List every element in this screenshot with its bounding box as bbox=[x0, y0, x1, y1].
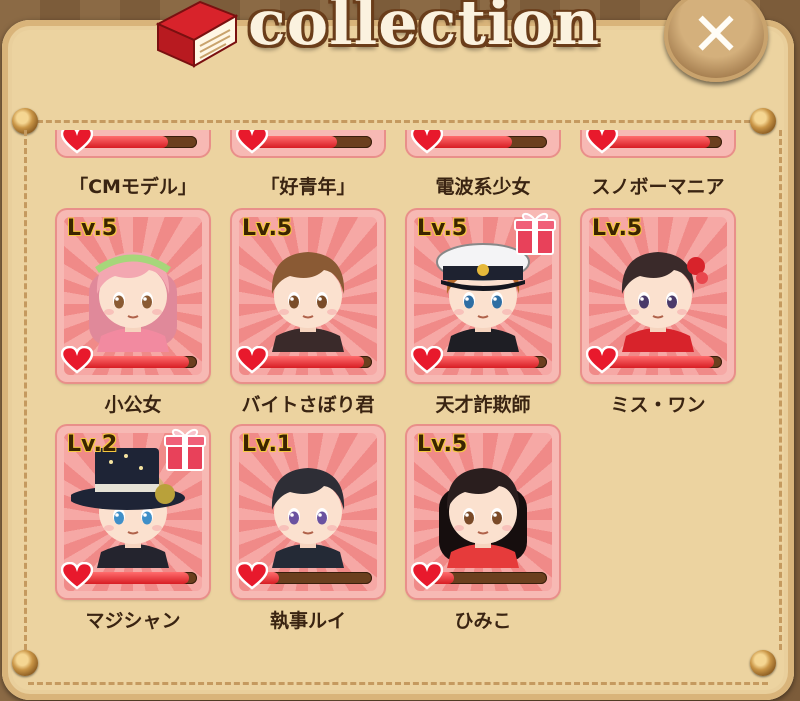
heart-icon bbox=[585, 345, 619, 374]
character-name: スノボーマニア bbox=[591, 176, 725, 198]
heart-icon bbox=[60, 130, 94, 154]
affection-bar bbox=[431, 572, 547, 584]
heart-icon bbox=[410, 345, 444, 374]
divider-bottom bbox=[28, 682, 768, 685]
affection-bar bbox=[256, 136, 372, 148]
gift-icon[interactable] bbox=[513, 210, 557, 256]
collection-card-partial[interactable] bbox=[232, 130, 384, 156]
page-title: collection bbox=[248, 0, 601, 59]
character-name: バイトさぼり君 bbox=[241, 394, 375, 416]
book-icon bbox=[155, 0, 239, 68]
character-name: 執事ルイ bbox=[269, 610, 346, 632]
collection-grid[interactable]: 「CMモデル」 「好青年」 電波系少女 スノボーマニア Lv.5 小公女 Lv.… bbox=[24, 130, 782, 650]
heart-icon bbox=[60, 561, 94, 590]
heart-icon bbox=[410, 561, 444, 590]
collection-card[interactable]: Lv.5 bbox=[57, 210, 209, 382]
affection-bar bbox=[431, 356, 547, 368]
affection-bar bbox=[606, 136, 722, 148]
level-badge: Lv.5 bbox=[417, 432, 468, 457]
heart-icon bbox=[235, 561, 269, 590]
rivet-icon bbox=[750, 650, 776, 676]
level-badge: Lv.5 bbox=[592, 216, 643, 241]
collection-card[interactable]: Lv.1 bbox=[232, 426, 384, 598]
collection-card[interactable]: Lv.2 bbox=[57, 426, 209, 598]
rivet-icon bbox=[12, 650, 38, 676]
level-badge: Lv.2 bbox=[67, 432, 118, 457]
character-name: ミス・ワン bbox=[610, 394, 706, 416]
heart-icon bbox=[410, 130, 444, 154]
level-badge: Lv.5 bbox=[242, 216, 293, 241]
character-name: 電波系少女 bbox=[435, 176, 531, 198]
affection-bar bbox=[81, 356, 197, 368]
heart-icon bbox=[235, 345, 269, 374]
affection-bar bbox=[81, 572, 197, 584]
collection-card-partial[interactable] bbox=[582, 130, 734, 156]
collection-card[interactable]: Lv.5 bbox=[407, 426, 559, 598]
collection-card-partial[interactable] bbox=[407, 130, 559, 156]
gift-icon[interactable] bbox=[163, 426, 207, 472]
collection-card[interactable]: Lv.5 bbox=[232, 210, 384, 382]
character-name: 小公女 bbox=[104, 394, 162, 416]
affection-bar bbox=[81, 136, 197, 148]
character-name: 天才詐欺師 bbox=[435, 394, 531, 416]
affection-bar bbox=[606, 356, 722, 368]
level-badge: Lv.5 bbox=[417, 216, 468, 241]
character-name: ひみこ bbox=[454, 610, 512, 632]
heart-icon bbox=[235, 130, 269, 154]
divider-top bbox=[28, 120, 768, 123]
heart-icon bbox=[60, 345, 94, 374]
collection-card-partial[interactable] bbox=[57, 130, 209, 156]
affection-bar bbox=[256, 356, 372, 368]
level-badge: Lv.5 bbox=[67, 216, 118, 241]
level-badge: Lv.1 bbox=[242, 432, 293, 457]
collection-card[interactable]: Lv.5 bbox=[582, 210, 734, 382]
heart-icon bbox=[585, 130, 619, 154]
character-name: 「CMモデル」 bbox=[69, 176, 197, 198]
affection-bar bbox=[256, 572, 372, 584]
collection-card[interactable]: Lv.5 bbox=[407, 210, 559, 382]
affection-bar bbox=[431, 136, 547, 148]
character-name: 「好青年」 bbox=[260, 176, 356, 198]
character-name: マジシャン bbox=[85, 610, 181, 632]
